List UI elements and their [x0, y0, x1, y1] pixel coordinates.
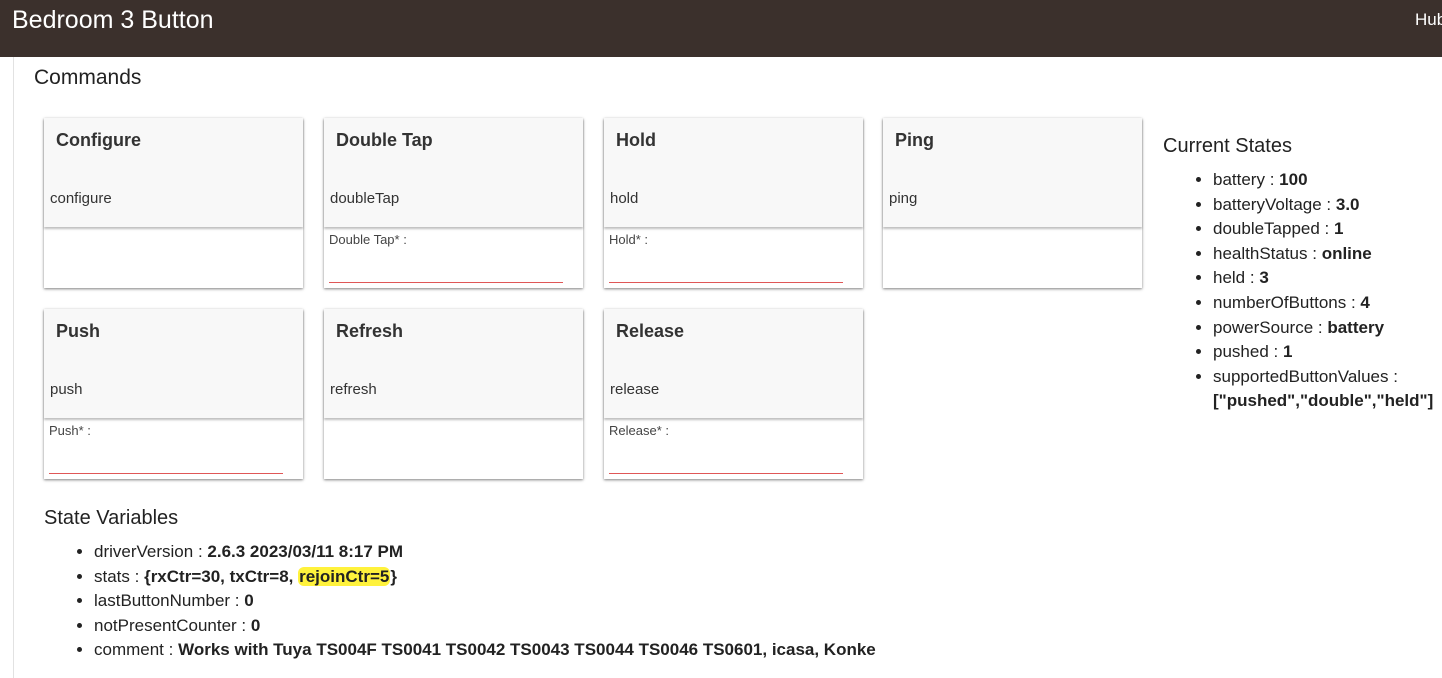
command-title: Ping: [895, 130, 934, 150]
top-bar: Bedroom 3 Button Hub: [0, 0, 1442, 57]
state-variable-item: notPresentCounter : 0: [94, 614, 1442, 639]
state-item: healthStatus : online: [1213, 242, 1442, 267]
current-states-heading: Current States: [1163, 135, 1292, 157]
device-title: Bedroom 3 Button: [12, 6, 214, 34]
state-variables-list: driverVersion : 2.6.3 2023/03/11 8:17 PM…: [44, 540, 1442, 663]
state-variable-item: driverVersion : 2.6.3 2023/03/11 8:17 PM: [94, 540, 1442, 565]
command-title: Release: [616, 321, 685, 341]
command-card-header[interactable]: Refresh refresh: [324, 309, 583, 418]
state-variable-item: stats : {rxCtr=30, txCtr=8, rejoinCtr=5}: [94, 565, 1442, 590]
command-title: Hold: [616, 130, 656, 150]
state-item: held : 3: [1213, 266, 1442, 291]
hold-param-input[interactable]: [609, 260, 843, 283]
command-title: Double Tap: [336, 130, 433, 150]
push-param-label: Push* :: [49, 423, 91, 438]
command-card-header[interactable]: Release release: [604, 309, 863, 418]
state-item: supportedButtonValues :["pushed","double…: [1213, 365, 1442, 414]
left-divider: [13, 57, 14, 678]
double-tap-param-input[interactable]: [329, 260, 563, 283]
command-card-header[interactable]: Hold hold: [604, 118, 863, 227]
command-name: refresh: [330, 381, 377, 398]
command-title: Configure: [56, 130, 141, 150]
state-item: battery : 100: [1213, 168, 1442, 193]
commands-heading: Commands: [34, 66, 142, 89]
command-card-configure[interactable]: Configure configure: [44, 118, 303, 288]
command-card-hold[interactable]: Hold hold Hold* :: [604, 118, 863, 288]
command-name: release: [610, 381, 660, 398]
command-title: Push: [56, 321, 101, 341]
state-item: batteryVoltage : 3.0: [1213, 193, 1442, 218]
push-param-input[interactable]: [49, 451, 283, 474]
state-item: numberOfButtons : 4: [1213, 291, 1442, 316]
command-card-release[interactable]: Release release Release* :: [604, 309, 863, 479]
state-variables-heading: State Variables: [44, 507, 179, 529]
hold-param-label: Hold* :: [609, 232, 649, 247]
command-name: doubleTap: [330, 190, 400, 207]
state-variable-item: lastButtonNumber : 0: [94, 589, 1442, 614]
command-card-header[interactable]: Configure configure: [44, 118, 303, 227]
state-variable-item: comment : Works with Tuya TS004F TS0041 …: [94, 638, 1442, 663]
command-card-refresh[interactable]: Refresh refresh: [324, 309, 583, 479]
release-param-input[interactable]: [609, 451, 843, 474]
command-name: hold: [610, 190, 639, 207]
command-card-ping[interactable]: Ping ping: [883, 118, 1142, 288]
command-card-double-tap[interactable]: Double Tap doubleTap Double Tap* :: [324, 118, 583, 288]
command-card-header[interactable]: Push push: [44, 309, 303, 418]
command-name: ping: [889, 190, 918, 207]
hub-link[interactable]: Hub: [1415, 10, 1442, 30]
command-card-push[interactable]: Push push Push* :: [44, 309, 303, 479]
command-title: Refresh: [336, 321, 404, 341]
highlighted-text: rejoinCtr=5: [298, 566, 391, 586]
state-item: powerSource : battery: [1213, 316, 1442, 341]
current-states-list: battery : 100 batteryVoltage : 3.0 doubl…: [1163, 168, 1442, 414]
command-name: configure: [50, 190, 112, 207]
state-item: doubleTapped : 1: [1213, 217, 1442, 242]
command-card-header[interactable]: Ping ping: [883, 118, 1142, 227]
double-tap-param-label: Double Tap* :: [329, 232, 407, 247]
command-name: push: [50, 381, 83, 398]
release-param-label: Release* :: [609, 423, 669, 438]
state-item: pushed : 1: [1213, 340, 1442, 365]
command-card-header[interactable]: Double Tap doubleTap: [324, 118, 583, 227]
